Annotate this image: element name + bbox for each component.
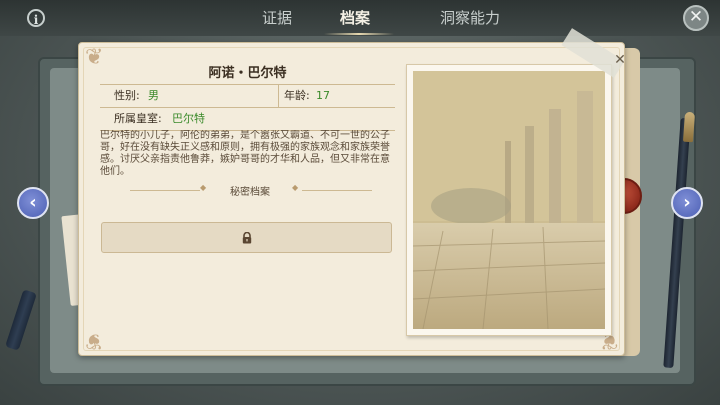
arrow-left-icon[interactable]: ‹ — [17, 187, 49, 219]
secret-dossier-label: 秘密档案 — [230, 187, 270, 198]
age-label: 年龄: — [284, 89, 310, 102]
house-label: 所属皇室: — [114, 112, 162, 125]
tab-bar: 证据 档案 洞察能力 — [230, 0, 530, 36]
info-row-house: 所属皇室: 巴尔特 — [100, 108, 395, 130]
table-divider — [278, 85, 279, 107]
corner-ornament-icon: ❦ — [85, 328, 104, 353]
tab-insight-ability[interactable]: 洞察能力 — [440, 0, 500, 36]
age-value: 17 — [316, 89, 330, 102]
info-row-gender-age: 性别: 男 年龄: 17 — [100, 85, 395, 108]
pen-nib-decoration — [682, 111, 696, 143]
character-name: 阿诺・巴尔特 — [208, 66, 287, 81]
info-icon[interactable]: i — [27, 9, 45, 27]
divider-ornament-icon: ◆ — [200, 183, 207, 192]
arrow-right-icon[interactable]: › — [671, 187, 703, 219]
hallway-scene-icon — [413, 71, 605, 329]
character-portrait-image — [413, 71, 605, 329]
house-value: 巴尔特 — [172, 112, 205, 125]
character-info-table: 性别: 男 年龄: 17 所属皇室: 巴尔特 — [100, 84, 395, 131]
section-divider-left — [130, 190, 200, 191]
card-close-icon[interactable]: ✕ — [612, 52, 628, 68]
scroll-decoration — [5, 289, 37, 351]
active-tab-indicator — [324, 33, 394, 35]
section-divider-right — [302, 190, 372, 191]
lock-icon — [242, 232, 252, 244]
gender-value: 男 — [148, 89, 159, 102]
tab-evidence[interactable]: 证据 — [262, 0, 292, 36]
character-portrait-frame — [406, 64, 612, 336]
gender-label: 性别: — [114, 89, 140, 102]
secret-dossier-locked-button[interactable] — [101, 222, 392, 253]
close-icon[interactable]: ✕ — [683, 5, 709, 31]
tab-dossier[interactable]: 档案 — [340, 0, 370, 36]
divider-ornament-icon: ◆ — [292, 183, 299, 192]
character-description: 巴尔特的小儿子，阿伦的弟弟，是个嚣张又霸道、不可一世的公子哥，好在没有缺失正义感… — [100, 130, 390, 177]
